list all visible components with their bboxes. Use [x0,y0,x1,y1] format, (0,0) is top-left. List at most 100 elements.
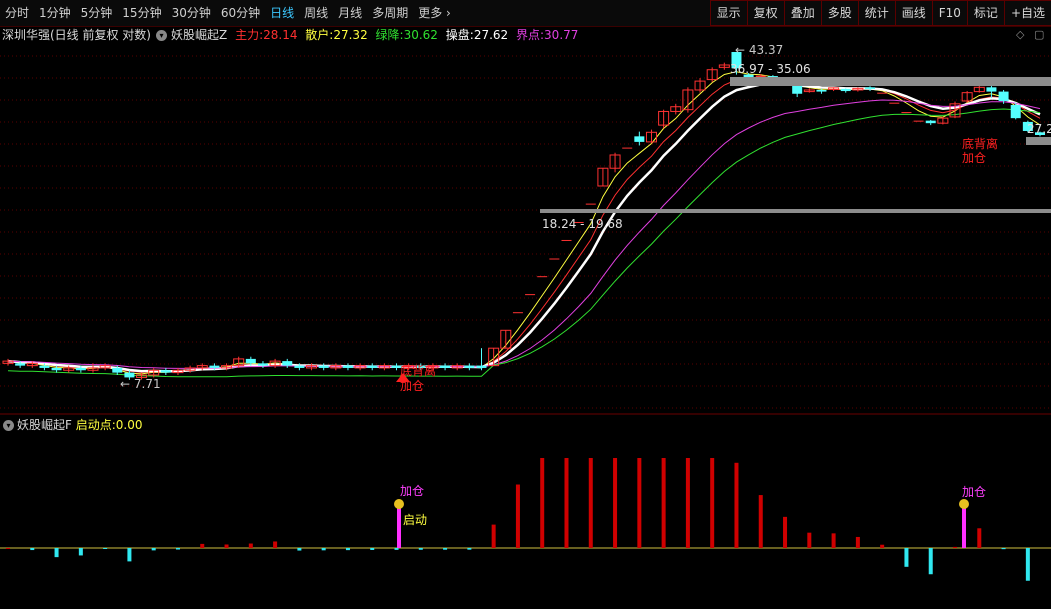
retail-line [7,71,1041,375]
operation-line [7,81,1041,373]
momentum-bar [540,458,545,548]
momentum-bar [953,546,958,548]
momentum-bar [467,548,472,550]
candle-body [986,87,997,92]
momentum-bar [855,536,860,548]
candle-body [998,91,1009,101]
low-price-arrow: ← [120,377,134,391]
momentum-bar [783,516,788,548]
momentum-bar [734,462,739,548]
momentum-bar [661,458,666,548]
candle-body [367,365,378,368]
momentum-bar [880,544,885,548]
candle-body [512,312,523,314]
momentum-bar [588,458,593,548]
add-signal-bar [962,508,966,548]
indicator-lines [7,71,1041,378]
candle-body [51,367,62,371]
momentum-bar [418,548,423,550]
high-price-label: ← 43.37 [735,43,783,57]
money-bag-icon-right [959,499,969,509]
momentum-bar [54,548,59,558]
momentum-bar [78,548,83,556]
momentum-bar [613,458,618,548]
momentum-bar [443,548,448,550]
momentum-bar [831,533,836,548]
candle-body [282,361,293,366]
momentum-bar [297,548,302,551]
momentum-bar [637,458,642,548]
candle-body [537,276,548,278]
chart-annotations: ← 43.37 36.97 - 35.06 18.24 - 19.68 ← 7.… [120,43,1051,393]
momentum-bar [248,543,253,548]
momentum-bar [200,543,205,548]
candle-body [112,367,123,373]
sub-annotations: 加仓 启动 加仓 [394,484,986,527]
candle-body [889,102,900,104]
momentum-bar [224,544,229,548]
candle-body [525,294,536,296]
candle-body [877,92,888,94]
candle-body [1010,104,1021,119]
momentum-bar [321,548,326,551]
candle-body [464,365,475,368]
candle-body [840,88,851,92]
momentum-bar [127,548,132,562]
momentum-bar [685,458,690,548]
sub-add-left-label: 加仓 [400,484,424,498]
candle-body [440,365,451,368]
momentum-bar [928,548,933,575]
right-price-label: 27.2 [1027,122,1051,136]
low-price-value: 7.71 [134,377,161,391]
boundary-line [7,99,1041,369]
momentum-bar [807,532,812,548]
candle-body [294,365,305,368]
start-signal-bar [397,508,401,548]
candle-body [39,365,50,368]
range-top-label: 36.97 - 35.06 [730,62,811,76]
candle-body [15,363,26,366]
candlestick-chart[interactable]: ← 43.37 36.97 - 35.06 18.24 - 19.68 ← 7.… [0,0,1051,609]
momentum-bar [370,548,375,550]
candle-body [75,367,86,371]
candle-body [561,239,572,241]
candle-body [549,258,560,260]
momentum-bar [394,548,399,550]
momentum-bar [904,548,909,567]
candle-body [209,365,220,368]
candle-body [913,120,924,122]
candle-body [585,203,596,205]
momentum-bar [977,528,982,548]
candles [2,51,1045,380]
candle-body [476,365,487,368]
candle-body [342,365,353,368]
momentum-bar [30,548,35,551]
candle-body [257,363,268,366]
momentum-bar [151,548,156,551]
divergence-signal-right: 底背离 [962,136,998,151]
momentum-bar [6,548,10,549]
candle-body [622,147,633,149]
high-price-arrow: ← [735,43,749,57]
candle-body [318,365,329,368]
money-bag-icon [394,499,404,509]
candle-body [901,112,912,114]
candle-body [160,370,171,373]
momentum-bar [564,458,569,548]
grid-lines [0,55,1051,415]
candle-body [245,358,256,364]
add-position-signal-right: 加仓 [962,151,986,165]
divergence-signal-left: 底背离 [400,363,436,378]
range-mid-label: 18.24 - 19.68 [542,217,623,231]
sub-add-right-label: 加仓 [962,485,986,499]
momentum-bar [345,548,350,551]
support-band-top [730,77,1051,86]
momentum-bar [758,495,763,548]
momentum-bar [1025,548,1030,581]
momentum-bar [710,458,715,548]
momentum-bar [103,548,108,549]
support-band-right [1026,137,1051,145]
high-price-value: 43.37 [749,43,783,57]
candle-body [865,87,876,89]
momentum-bar [491,524,496,548]
